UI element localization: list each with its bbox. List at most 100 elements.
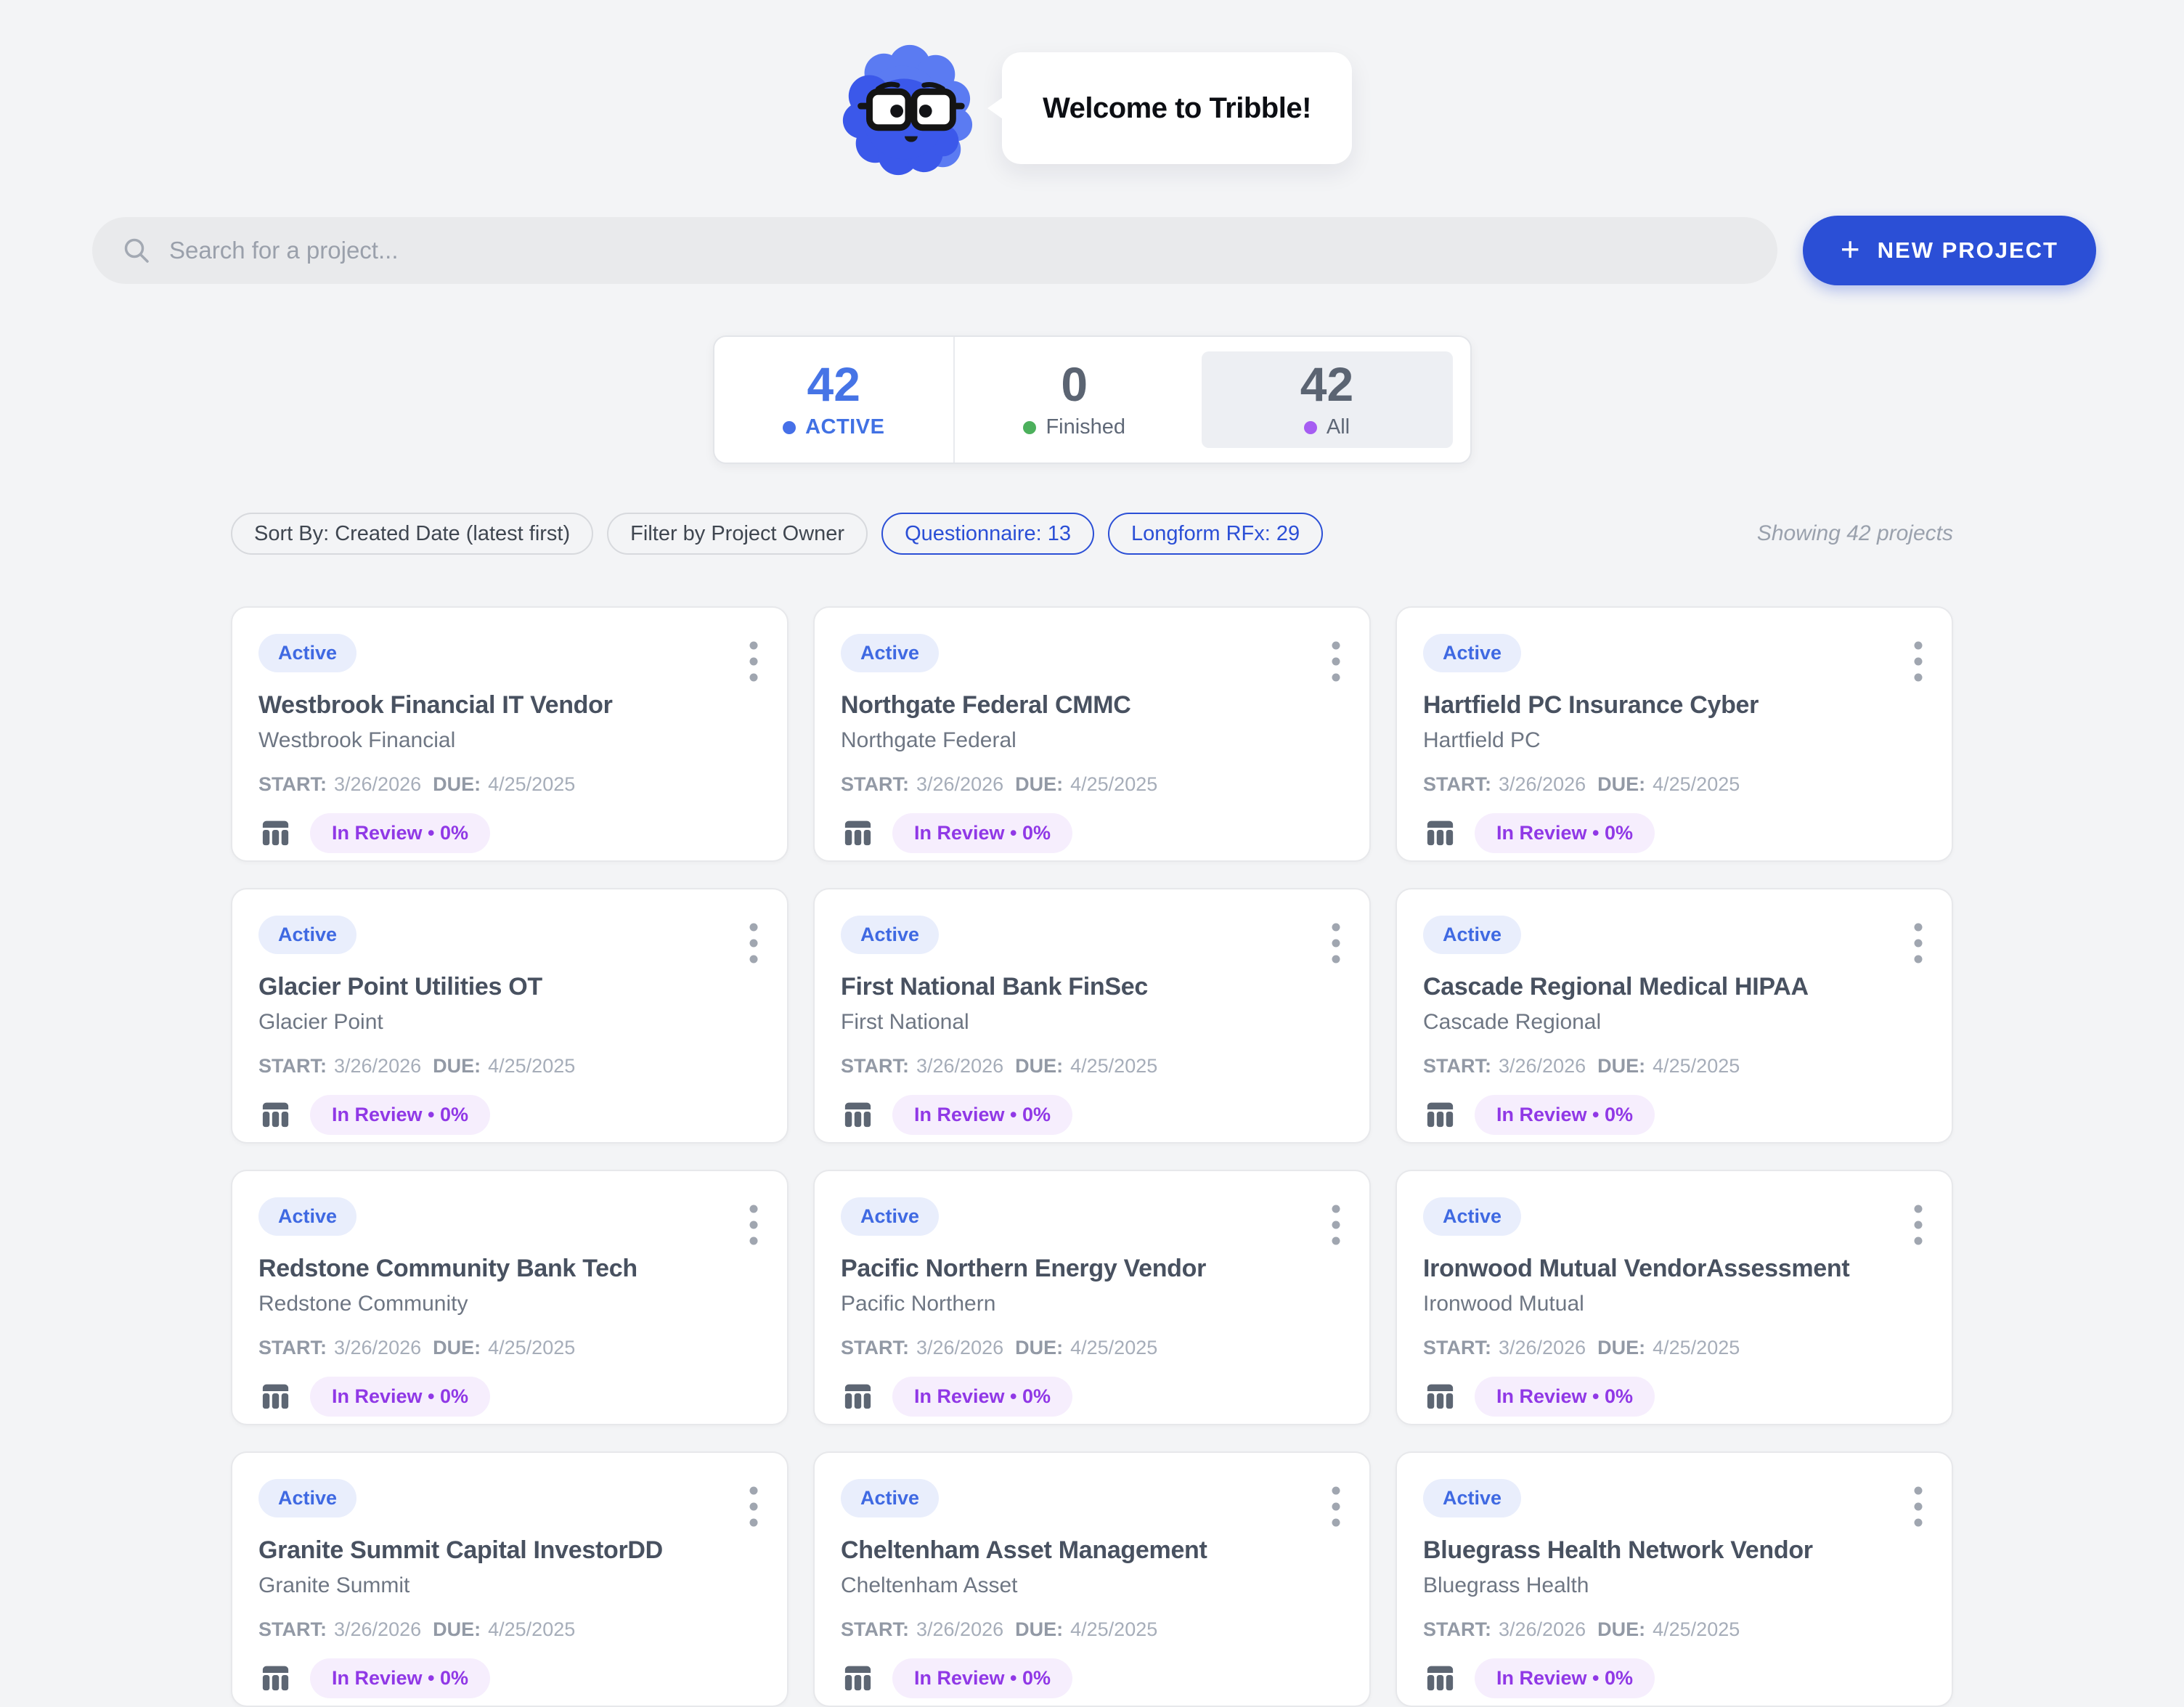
- showing-count-text: Showing 42 projects: [1757, 521, 1953, 546]
- kebab-menu-icon[interactable]: [749, 1202, 758, 1248]
- filter-owner-chip[interactable]: Filter by Project Owner: [607, 513, 868, 555]
- review-status-pill: In Review • 0%: [1475, 1095, 1655, 1135]
- finished-dot-icon: [1023, 421, 1036, 434]
- kebab-menu-icon[interactable]: [1914, 1483, 1923, 1530]
- stat-label-finished: Finished: [1023, 415, 1125, 439]
- status-badge: Active: [1423, 1197, 1521, 1236]
- project-card[interactable]: Active Redstone Community Bank Tech Reds…: [231, 1170, 789, 1425]
- kebab-menu-icon[interactable]: [1332, 920, 1340, 966]
- project-title: Cascade Regional Medical HIPAA: [1423, 973, 1926, 1001]
- table-icon: [258, 1380, 293, 1414]
- stat-label-all: All: [1304, 415, 1350, 439]
- project-title: Glacier Point Utilities OT: [258, 973, 761, 1001]
- status-badge: Active: [1423, 634, 1521, 672]
- project-company: Granite Summit: [258, 1573, 761, 1598]
- status-badge: Active: [258, 1479, 356, 1517]
- project-company: Cheltenham Asset: [841, 1573, 1343, 1598]
- kebab-menu-icon[interactable]: [1332, 638, 1340, 685]
- card-footer: In Review • 0%: [1423, 1095, 1926, 1135]
- project-title: Cheltenham Asset Management: [841, 1536, 1343, 1565]
- table-icon: [841, 1380, 875, 1414]
- project-dates: START: 3/26/2026 DUE: 4/25/2025: [841, 1055, 1343, 1077]
- project-card[interactable]: Active Glacier Point Utilities OT Glacie…: [231, 888, 789, 1144]
- status-badge: Active: [841, 916, 939, 954]
- tribble-mascot-logo: [834, 41, 977, 179]
- review-status-pill: In Review • 0%: [892, 1377, 1072, 1417]
- project-company: Glacier Point: [258, 1010, 761, 1035]
- project-dates: START: 3/26/2026 DUE: 4/25/2025: [258, 1337, 761, 1359]
- project-card[interactable]: Active Bluegrass Health Network Vendor B…: [1395, 1451, 1953, 1707]
- kebab-menu-icon[interactable]: [1332, 1202, 1340, 1248]
- kebab-menu-icon[interactable]: [749, 920, 758, 966]
- project-dates: START: 3/26/2026 DUE: 4/25/2025: [1423, 1618, 1926, 1641]
- project-card[interactable]: Active Northgate Federal CMMC Northgate …: [813, 606, 1371, 862]
- stat-tab-finished[interactable]: 0 Finished: [953, 337, 1194, 463]
- hero-header: Welcome to Tribble!: [0, 0, 2184, 189]
- project-company: Ironwood Mutual: [1423, 1292, 1926, 1316]
- project-card[interactable]: Active Westbrook Financial IT Vendor Wes…: [231, 606, 789, 862]
- review-status-pill: In Review • 0%: [892, 1095, 1072, 1135]
- project-card[interactable]: Active First National Bank FinSec First …: [813, 888, 1371, 1144]
- project-dates: START: 3/26/2026 DUE: 4/25/2025: [841, 1337, 1343, 1359]
- status-badge: Active: [841, 1197, 939, 1236]
- project-company: Pacific Northern: [841, 1292, 1343, 1316]
- status-badge: Active: [841, 1479, 939, 1517]
- project-title: First National Bank FinSec: [841, 973, 1343, 1001]
- project-title: Granite Summit Capital InvestorDD: [258, 1536, 761, 1565]
- project-company: First National: [841, 1010, 1343, 1035]
- project-card[interactable]: Active Hartfield PC Insurance Cyber Hart…: [1395, 606, 1953, 862]
- status-badge: Active: [841, 634, 939, 672]
- project-dates: START: 3/26/2026 DUE: 4/25/2025: [841, 1618, 1343, 1641]
- project-dates: START: 3/26/2026 DUE: 4/25/2025: [1423, 1337, 1926, 1359]
- new-project-button[interactable]: + NEW PROJECT: [1803, 216, 2096, 285]
- project-company: Cascade Regional: [1423, 1010, 1926, 1035]
- project-card[interactable]: Active Cascade Regional Medical HIPAA Ca…: [1395, 888, 1953, 1144]
- project-dates: START: 3/26/2026 DUE: 4/25/2025: [258, 1055, 761, 1077]
- all-dot-icon: [1304, 421, 1317, 434]
- card-footer: In Review • 0%: [258, 1658, 761, 1698]
- card-footer: In Review • 0%: [841, 1658, 1343, 1698]
- longform-rfx-chip[interactable]: Longform RFx: 29: [1108, 513, 1323, 555]
- search-icon: [121, 235, 152, 266]
- card-footer: In Review • 0%: [841, 1095, 1343, 1135]
- kebab-menu-icon[interactable]: [1914, 1202, 1923, 1248]
- project-card[interactable]: Active Granite Summit Capital InvestorDD…: [231, 1451, 789, 1707]
- project-company: Westbrook Financial: [258, 728, 761, 753]
- stat-tab-active[interactable]: 42 ACTIVE: [714, 337, 954, 463]
- review-status-pill: In Review • 0%: [310, 813, 490, 853]
- kebab-menu-icon[interactable]: [1914, 920, 1923, 966]
- project-dates: START: 3/26/2026 DUE: 4/25/2025: [1423, 773, 1926, 796]
- status-badge: Active: [258, 1197, 356, 1236]
- active-dot-icon: [783, 421, 796, 434]
- project-title: Pacific Northern Energy Vendor: [841, 1255, 1343, 1283]
- project-card[interactable]: Active Ironwood Mutual VendorAssessment …: [1395, 1170, 1953, 1425]
- kebab-menu-icon[interactable]: [749, 1483, 758, 1530]
- project-dates: START: 3/26/2026 DUE: 4/25/2025: [258, 773, 761, 796]
- questionnaire-chip[interactable]: Questionnaire: 13: [881, 513, 1094, 555]
- project-dates: START: 3/26/2026 DUE: 4/25/2025: [1423, 1055, 1926, 1077]
- stat-value-finished: 0: [1061, 360, 1088, 408]
- stat-tab-all[interactable]: 42 All: [1202, 351, 1453, 448]
- kebab-menu-icon[interactable]: [1332, 1483, 1340, 1530]
- table-icon: [258, 1661, 293, 1695]
- welcome-speech-bubble: Welcome to Tribble!: [1002, 52, 1352, 164]
- card-footer: In Review • 0%: [1423, 813, 1926, 853]
- project-company: Redstone Community: [258, 1292, 761, 1316]
- project-card[interactable]: Active Pacific Northern Energy Vendor Pa…: [813, 1170, 1371, 1425]
- table-icon: [841, 816, 875, 850]
- review-status-pill: In Review • 0%: [310, 1658, 490, 1698]
- project-dates: START: 3/26/2026 DUE: 4/25/2025: [841, 773, 1343, 796]
- search-box[interactable]: [92, 217, 1777, 284]
- search-input[interactable]: [169, 237, 1748, 264]
- project-dates: START: 3/26/2026 DUE: 4/25/2025: [258, 1618, 761, 1641]
- stat-value-all: 42: [1300, 360, 1353, 408]
- stats-section: 42 ACTIVE 0 Finished 42 All: [0, 335, 2184, 464]
- kebab-menu-icon[interactable]: [749, 638, 758, 685]
- card-footer: In Review • 0%: [258, 1377, 761, 1417]
- project-card[interactable]: Active Cheltenham Asset Management Chelt…: [813, 1451, 1371, 1707]
- search-row: + NEW PROJECT: [92, 216, 2096, 285]
- kebab-menu-icon[interactable]: [1914, 638, 1923, 685]
- stat-label-active: ACTIVE: [783, 415, 884, 439]
- sort-by-chip[interactable]: Sort By: Created Date (latest first): [231, 513, 593, 555]
- project-company: Northgate Federal: [841, 728, 1343, 753]
